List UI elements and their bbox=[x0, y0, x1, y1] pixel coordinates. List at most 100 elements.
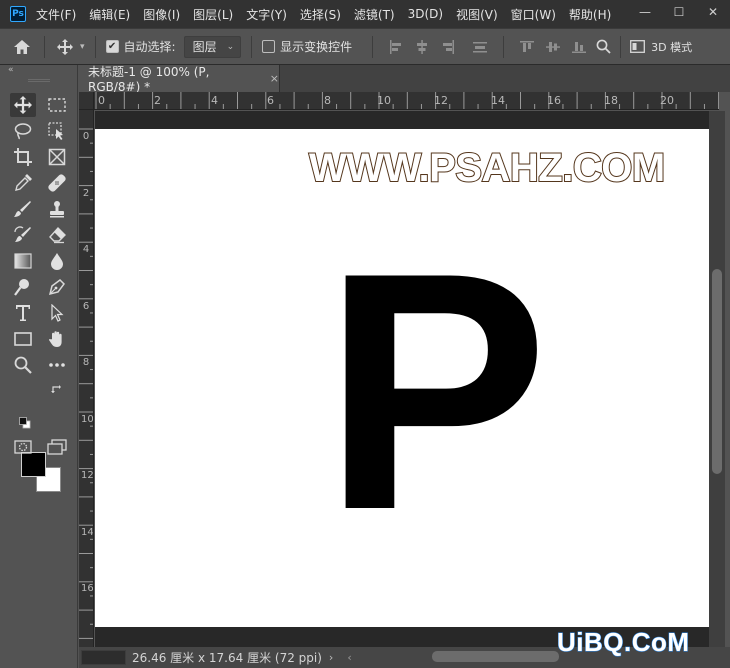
menu-type[interactable]: 文字(Y) bbox=[246, 6, 287, 23]
path-selection-tool[interactable] bbox=[44, 301, 70, 325]
eyedropper-tool[interactable] bbox=[10, 171, 36, 195]
distribute-icon bbox=[473, 41, 488, 52]
screen-mode-button[interactable] bbox=[44, 435, 70, 459]
photoshop-logo-icon: Ps bbox=[10, 6, 26, 22]
ruler-label: 6 bbox=[82, 301, 90, 312]
clone-stamp-tool[interactable] bbox=[44, 197, 70, 221]
chevron-down-icon[interactable]: ▾ bbox=[80, 42, 85, 52]
object-selection-icon bbox=[48, 122, 63, 140]
align-right-icon bbox=[443, 39, 455, 54]
status-menu-arrow-icon[interactable]: › bbox=[329, 651, 333, 664]
vertical-scrollbar[interactable] bbox=[709, 111, 725, 648]
align-top-button[interactable] bbox=[514, 36, 540, 58]
menu-bar: Ps 文件(F) 编辑(E) 图像(I) 图层(L) 文字(Y) 选择(S) 滤… bbox=[0, 0, 730, 28]
quick-mask-button[interactable] bbox=[10, 435, 36, 459]
ruler-label: 4 bbox=[211, 94, 218, 107]
maximize-button[interactable]: ☐ bbox=[662, 0, 696, 24]
move-tool[interactable] bbox=[10, 93, 36, 117]
horizontal-ruler[interactable]: 0 2 4 6 8 10 12 14 16 18 20 bbox=[94, 92, 719, 110]
align-center-button[interactable] bbox=[409, 36, 435, 58]
show-transform-checkbox[interactable] bbox=[262, 40, 276, 53]
pen-tool[interactable] bbox=[44, 275, 70, 299]
ruler-label: 2 bbox=[154, 94, 161, 107]
eraser-tool[interactable] bbox=[44, 223, 70, 247]
minimize-button[interactable]: — bbox=[628, 0, 662, 24]
auto-select-checkbox[interactable]: ✔ bbox=[105, 40, 119, 53]
default-colors-icon[interactable] bbox=[19, 417, 31, 432]
menu-filter[interactable]: 滤镜(T) bbox=[354, 6, 395, 23]
auto-select-label: 自动选择: bbox=[123, 40, 176, 54]
crop-icon bbox=[14, 148, 32, 166]
document-tab-title: 未标题-1 @ 100% (P, RGB/8#) * bbox=[88, 65, 210, 94]
auto-select-target-dropdown[interactable]: 图层 ⌄ bbox=[183, 35, 242, 58]
history-brush-tool[interactable] bbox=[10, 223, 36, 247]
separator bbox=[503, 35, 505, 58]
move-tool-preset-button[interactable] bbox=[55, 38, 75, 55]
menu-file[interactable]: 文件(F) bbox=[36, 6, 76, 23]
vertical-scrollbar-thumb[interactable] bbox=[712, 269, 722, 474]
blur-tool[interactable] bbox=[44, 249, 70, 273]
align-middle-icon bbox=[546, 41, 561, 52]
crop-tool[interactable] bbox=[10, 145, 36, 169]
3d-mode-label[interactable]: 3D 模式 bbox=[651, 39, 692, 55]
brush-tool[interactable] bbox=[10, 197, 36, 221]
ruler-label: 10 bbox=[81, 414, 94, 425]
move-icon bbox=[14, 96, 32, 114]
vertical-ruler[interactable]: 0 2 4 6 8 10 12 14 16 bbox=[79, 110, 94, 648]
zoom-level-field[interactable] bbox=[81, 650, 126, 665]
swap-colors-icon[interactable] bbox=[51, 384, 63, 399]
menu-image[interactable]: 图像(I) bbox=[143, 6, 180, 23]
document-canvas[interactable]: WWW.PSAHZ.COM P bbox=[95, 129, 709, 627]
ruler-label: 8 bbox=[324, 94, 331, 107]
search-button[interactable] bbox=[592, 39, 614, 54]
rectangle-tool[interactable] bbox=[10, 327, 36, 351]
workspace-button[interactable] bbox=[627, 40, 647, 53]
ruler-origin[interactable] bbox=[79, 92, 94, 110]
more-dots-icon bbox=[49, 363, 65, 367]
document-size-text: 26.46 厘米 x 17.64 厘米 (72 ppi) bbox=[132, 651, 322, 665]
align-bottom-button[interactable] bbox=[566, 36, 592, 58]
close-button[interactable]: ✕ bbox=[696, 0, 730, 24]
frame-icon bbox=[48, 148, 66, 166]
marquee-tool[interactable] bbox=[44, 93, 70, 117]
gradient-tool[interactable] bbox=[10, 249, 36, 273]
eyedropper-icon bbox=[15, 174, 32, 191]
document-tab[interactable]: 未标题-1 @ 100% (P, RGB/8#) * × bbox=[79, 65, 280, 94]
separator bbox=[372, 35, 374, 58]
align-left-button[interactable] bbox=[383, 36, 409, 58]
scroll-left-arrow-icon[interactable]: ‹ bbox=[347, 651, 351, 664]
frame-tool[interactable] bbox=[44, 145, 70, 169]
window-layout-icon bbox=[629, 40, 645, 53]
home-button[interactable] bbox=[0, 39, 44, 55]
canvas-letter-layer[interactable]: P bbox=[323, 222, 548, 560]
more-tools-button[interactable] bbox=[44, 353, 70, 377]
horizontal-scrollbar-thumb[interactable] bbox=[432, 651, 559, 662]
hand-tool[interactable] bbox=[44, 327, 70, 351]
brush-icon bbox=[14, 201, 31, 217]
menu-edit[interactable]: 编辑(E) bbox=[89, 6, 130, 23]
panel-grip[interactable] bbox=[28, 79, 50, 82]
healing-brush-tool[interactable] bbox=[44, 171, 70, 195]
separator bbox=[620, 35, 622, 58]
menu-view[interactable]: 视图(V) bbox=[456, 6, 498, 23]
magnifier-icon bbox=[14, 356, 32, 374]
distribute-button[interactable] bbox=[467, 36, 493, 58]
ruler-label: 12 bbox=[434, 94, 448, 107]
object-selection-tool[interactable] bbox=[44, 119, 70, 143]
align-right-button[interactable] bbox=[435, 36, 461, 58]
dodge-tool[interactable] bbox=[10, 275, 36, 299]
menu-window[interactable]: 窗口(W) bbox=[511, 6, 556, 23]
lasso-icon bbox=[14, 123, 32, 140]
collapse-panel-icon[interactable]: « bbox=[8, 65, 13, 75]
close-tab-icon[interactable]: × bbox=[270, 72, 279, 85]
menu-3d[interactable]: 3D(D) bbox=[408, 7, 443, 21]
screen-mode-icon bbox=[47, 439, 67, 455]
align-middle-button[interactable] bbox=[540, 36, 566, 58]
menu-help[interactable]: 帮助(H) bbox=[569, 6, 611, 23]
menu-layer[interactable]: 图层(L) bbox=[193, 6, 233, 23]
drop-icon bbox=[51, 253, 63, 270]
lasso-tool[interactable] bbox=[10, 119, 36, 143]
type-tool[interactable] bbox=[10, 301, 36, 325]
menu-select[interactable]: 选择(S) bbox=[300, 6, 341, 23]
zoom-tool[interactable] bbox=[10, 353, 36, 377]
